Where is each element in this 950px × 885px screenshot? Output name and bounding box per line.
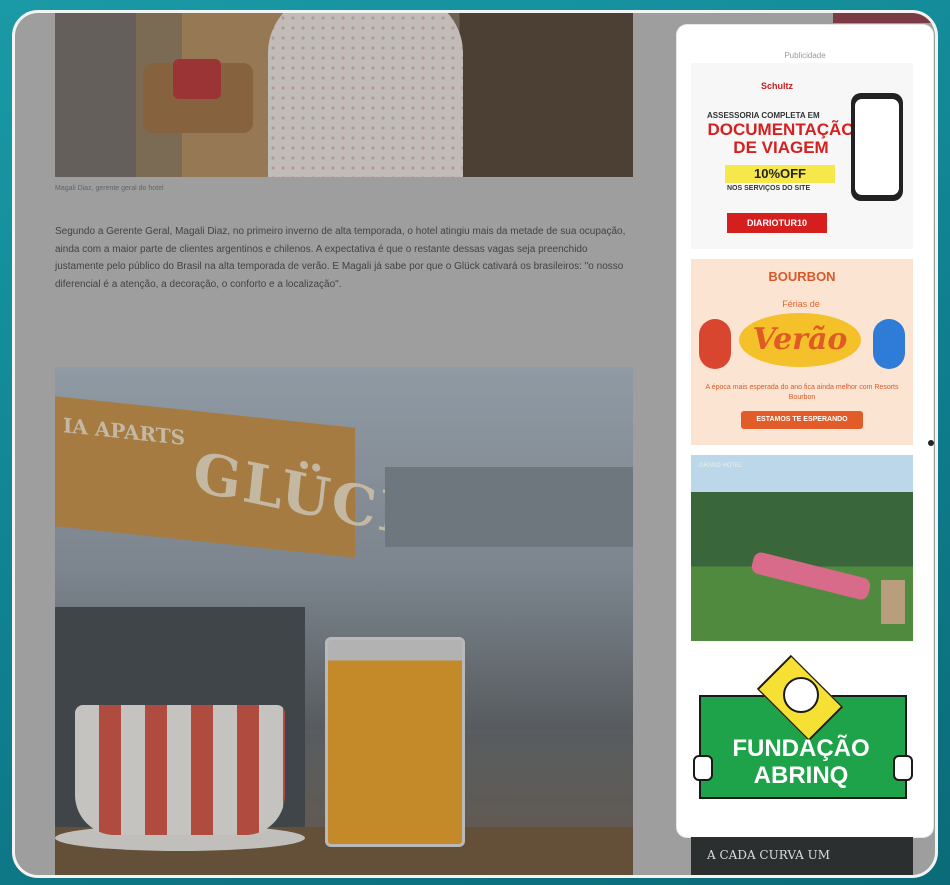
article-photo-hotel: IA APARTS GLÜCK — [55, 367, 633, 875]
hotel-roof — [385, 467, 633, 547]
ad-line1: ASSESSORIA COMPLETA EM — [707, 111, 820, 120]
ad-label: GRAND HOTEL — [699, 463, 743, 469]
ad-travel-documents[interactable]: Schultz ASSESSORIA COMPLETA EM DOCUMENTA… — [691, 63, 913, 249]
ad-tagline: A época mais esperada do ano fica ainda … — [705, 384, 899, 401]
ad-code-button[interactable]: DIARIOTUR10 — [727, 213, 827, 233]
logo-icon — [881, 580, 905, 624]
phone-icon — [851, 93, 903, 201]
ad-season: Férias de — [782, 299, 820, 309]
ad-label: Publicidade — [784, 51, 826, 60]
smiley-icon — [783, 677, 819, 713]
photo-caption: Magali Diaz, gerente geral do hotel — [55, 185, 164, 192]
flower-bed — [750, 550, 872, 602]
ad-title: FUNDAÇÃO ABRINQ — [732, 735, 870, 789]
ad-button[interactable]: ESTAMOS TE ESPERANDO — [741, 411, 863, 429]
person — [268, 13, 463, 177]
character-right-icon — [873, 319, 905, 369]
ad-line2: DOCUMENTAÇÃO DE VIAGEM — [707, 120, 855, 157]
pillow — [173, 59, 221, 99]
article-photo-manager — [55, 13, 633, 177]
popcorn-cup — [75, 705, 285, 835]
ad-headline: Verão — [739, 313, 861, 367]
character-left-icon — [699, 319, 731, 369]
hotel-awning: IA APARTS GLÜCK — [55, 396, 432, 558]
ad-discount: 10%OFF — [725, 165, 835, 183]
ad-abrinq[interactable]: FUNDAÇÃO ABRINQ — [691, 651, 913, 837]
dot-icon — [928, 440, 934, 446]
hotel-sign-small: IA APARTS — [63, 413, 186, 450]
ad-brand: BOURBON — [768, 269, 836, 284]
juice-glass — [325, 637, 465, 847]
top-ad-edge — [833, 13, 935, 23]
ad-bottom[interactable]: A CADA CURVA UM — [691, 837, 913, 875]
article-paragraph: Segundo a Gerente Geral, Magali Diaz, no… — [55, 226, 626, 290]
ad-brand: Schultz — [761, 81, 794, 91]
ad-resort[interactable]: GRAND HOTEL — [691, 455, 913, 641]
ad-bourbon[interactable]: BOURBON Férias de Verão A época mais esp… — [691, 259, 913, 445]
browser-frame: Magali Diaz, gerente geral do hotel Segu… — [12, 10, 938, 878]
ad-services: NOS SERVIÇOS DO SITE — [727, 185, 811, 192]
ad-sidebar: Publicidade Schultz ASSESSORIA COMPLETA … — [677, 25, 933, 837]
